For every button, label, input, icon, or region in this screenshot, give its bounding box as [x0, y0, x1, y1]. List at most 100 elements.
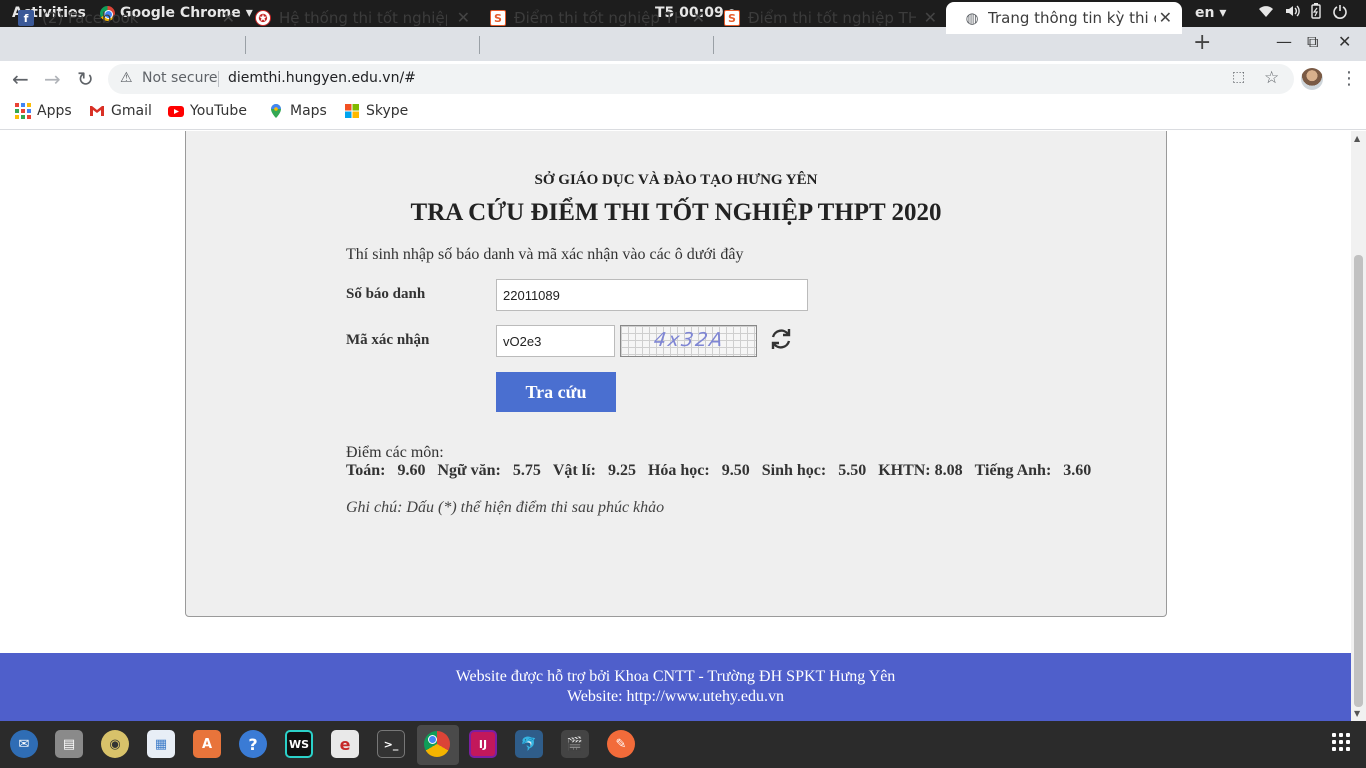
bookmark-gmail[interactable]: Gmail — [89, 103, 152, 119]
candidate-id-label: Số báo danh — [346, 286, 426, 302]
ubuntu-dock: ✉ ▤ ◉ ▦ A ? WS e >_ IJ 🐬 🎬 ✎ — [0, 721, 1366, 768]
bookmark-apps[interactable]: Apps — [15, 103, 72, 119]
terminal-icon[interactable]: >_ — [377, 730, 405, 758]
chrome-menu-button[interactable]: ⋮ — [1340, 68, 1358, 89]
maps-pin-icon — [271, 104, 281, 118]
tab-facebook[interactable]: f (2) Facebook ✕ — [0, 2, 245, 34]
mysql-workbench-icon[interactable]: 🐬 — [515, 730, 543, 758]
page-viewport: SỞ GIÁO DỤC VÀ ĐÀO TẠO HƯNG YÊN TRA CỨU … — [0, 131, 1351, 721]
foxit-icon[interactable]: e — [331, 730, 359, 758]
tab-label: Điểm thi tốt nghiệp THPT — [748, 9, 916, 27]
files-icon[interactable]: ▤ — [55, 730, 83, 758]
note-text: Ghi chú: Dấu (*) thể hiện điểm thi sau p… — [346, 499, 665, 516]
footer-website[interactable]: Website: http://www.utehy.edu.vn — [0, 688, 1351, 706]
score-subject: Toán: — [346, 462, 386, 479]
score-value: 5.50 — [838, 462, 867, 479]
not-secure-icon[interactable]: ⚠ — [120, 70, 133, 86]
footer-credit: Website được hỗ trợ bởi Khoa CNTT - Trườ… — [455, 668, 896, 685]
score-value: 9.60 — [397, 462, 426, 479]
page-footer: Website được hỗ trợ bởi Khoa CNTT - Trườ… — [0, 653, 1351, 721]
wifi-icon — [1259, 6, 1273, 17]
score-value: 9.50 — [721, 462, 750, 479]
minimize-button[interactable]: — — [1276, 32, 1292, 51]
tab-exam-system[interactable]: ✪ Hệ thống thi tốt nghiệp ✕ — [237, 2, 480, 34]
translate-icon[interactable]: ⬚ — [1232, 69, 1245, 85]
close-icon[interactable]: ✕ — [692, 8, 705, 27]
score-value: 3.60 — [1063, 462, 1092, 479]
bookmark-star-icon[interactable]: ☆ — [1264, 68, 1279, 88]
intellij-icon[interactable]: IJ — [469, 730, 497, 758]
scroll-down-arrow-icon[interactable]: ▼ — [1354, 709, 1360, 718]
lookup-panel: SỞ GIÁO DỤC VÀ ĐÀO TẠO HƯNG YÊN TRA CỨU … — [185, 131, 1167, 617]
tab-exam-scores-1[interactable]: S Điểm thi tốt nghiệp THPT ✕ — [472, 2, 715, 34]
tab-exam-scores-2[interactable]: S Điểm thi tốt nghiệp THPT ✕ — [706, 2, 947, 34]
volume-icon — [1286, 5, 1300, 17]
tab-label: Trang thông tin kỳ thi quốc gia — [988, 9, 1156, 27]
bookmark-skype[interactable]: Skype — [344, 103, 408, 119]
tab-label: Hệ thống thi tốt nghiệp — [279, 9, 447, 27]
reload-button[interactable]: ↻ — [77, 67, 94, 91]
bookmark-label: Skype — [366, 103, 409, 119]
score-subject: Hóa học: — [647, 462, 710, 479]
tab-separator — [713, 36, 714, 54]
scrollbar-thumb[interactable] — [1354, 255, 1363, 707]
captcha-input[interactable]: vO2e3 — [496, 325, 615, 357]
forward-button[interactable]: → — [44, 67, 61, 91]
thunderbird-icon[interactable]: ✉ — [10, 730, 38, 758]
bookmark-label: Maps — [290, 103, 327, 119]
bookmark-maps[interactable]: Maps — [268, 103, 327, 119]
url-text[interactable]: diemthi.hungyen.edu.vn/# — [228, 70, 416, 86]
close-window-button[interactable]: ✕ — [1338, 32, 1351, 51]
address-bar[interactable]: ⚠ Not secure diemthi.hungyen.edu.vn/# ⬚ … — [108, 64, 1294, 94]
score-subject: Tiếng Anh: — [974, 462, 1052, 479]
candidate-id-input[interactable]: 22011089 — [496, 279, 808, 311]
writer-icon[interactable]: ▦ — [147, 730, 175, 758]
sketch-icon[interactable]: ✎ — [607, 730, 635, 758]
lookup-button[interactable]: Tra cứu — [496, 372, 616, 412]
captcha-image-text: 4x32A — [652, 329, 727, 351]
chrome-dock-icon[interactable] — [423, 730, 451, 758]
close-icon[interactable]: ✕ — [457, 8, 470, 27]
s-logo-icon: S — [724, 10, 740, 26]
profile-avatar[interactable] — [1301, 68, 1323, 90]
gmail-icon — [90, 106, 104, 116]
tab-national-exam-info[interactable]: ◍ Trang thông tin kỳ thi quốc gia ✕ — [946, 2, 1182, 34]
tab-separator — [479, 36, 480, 54]
chrome-icon — [424, 731, 450, 757]
scores-list: Toán: 9.60 Ngữ văn: 5.75 Vật lí: 9.25 Hó… — [346, 462, 1103, 480]
help-icon[interactable]: ? — [239, 730, 267, 758]
security-status[interactable]: Not secure — [142, 70, 218, 86]
back-button[interactable]: ← — [12, 67, 29, 91]
input-language[interactable]: en ▾ — [1195, 5, 1226, 21]
scroll-up-arrow-icon[interactable]: ▲ — [1354, 134, 1360, 143]
system-tray[interactable] — [1258, 3, 1348, 19]
software-center-icon[interactable]: A — [193, 730, 221, 758]
close-icon[interactable]: ✕ — [1159, 8, 1172, 27]
vertical-scrollbar[interactable]: ▲ ▼ — [1351, 131, 1366, 721]
score-value: 5.75 — [512, 462, 541, 479]
youtube-icon — [168, 106, 184, 117]
video-editor-icon[interactable]: 🎬 — [561, 730, 589, 758]
bookmark-label: Apps — [37, 103, 72, 119]
scores-heading: Điểm các môn: — [346, 444, 444, 461]
globe-icon: ◍ — [965, 9, 979, 27]
score-subject: KHTN: — [878, 462, 931, 479]
webstorm-icon[interactable]: WS — [285, 730, 313, 758]
captcha-label: Mã xác nhận — [346, 332, 430, 348]
apps-grid-icon — [15, 103, 31, 119]
captcha-image: 4x32A — [620, 325, 757, 357]
close-icon[interactable]: ✕ — [222, 8, 235, 27]
maximize-button[interactable]: ⧉ — [1307, 32, 1318, 52]
tab-label: (2) Facebook — [42, 9, 139, 27]
facebook-icon: f — [18, 10, 34, 26]
rhythmbox-icon[interactable]: ◉ — [101, 730, 129, 758]
new-tab-button[interactable]: + — [1193, 30, 1211, 55]
instruction-text: Thí sinh nhập số báo danh và mã xác nhận… — [346, 246, 744, 263]
bookmark-youtube[interactable]: YouTube — [168, 103, 247, 119]
close-icon[interactable]: ✕ — [924, 8, 937, 27]
refresh-captcha-icon[interactable] — [768, 326, 794, 352]
show-applications-icon[interactable] — [1332, 733, 1350, 751]
score-value: 9.25 — [607, 462, 636, 479]
organization-name: SỞ GIÁO DỤC VÀ ĐÀO TẠO HƯNG YÊN — [534, 172, 818, 188]
tab-label: Điểm thi tốt nghiệp THPT — [514, 9, 682, 27]
